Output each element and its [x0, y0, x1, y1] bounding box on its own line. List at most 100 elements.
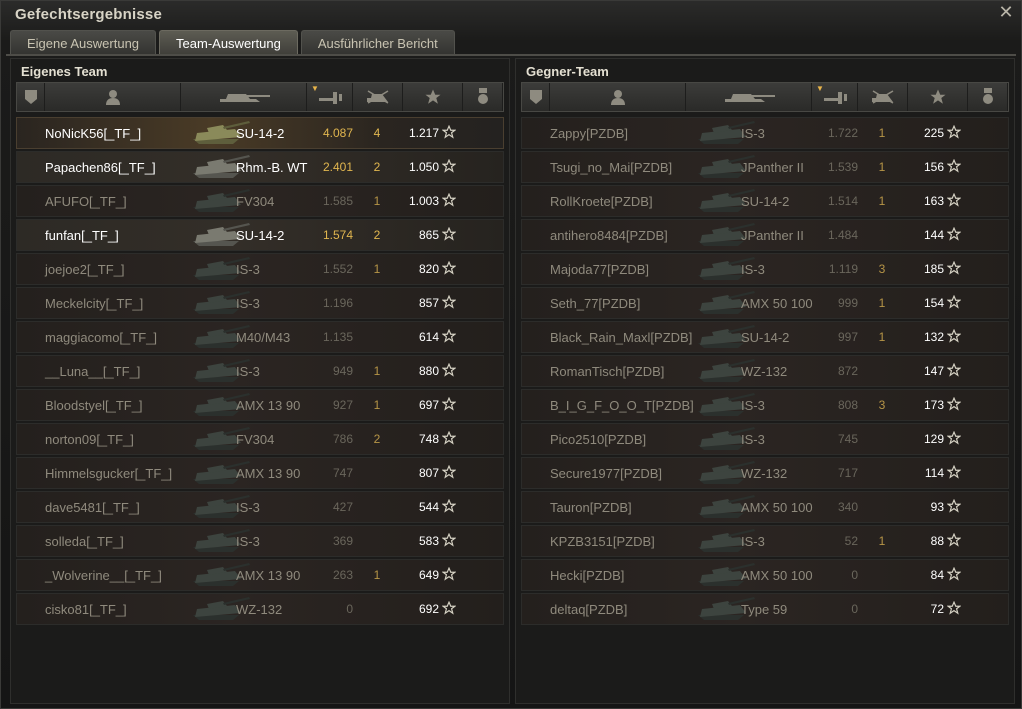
- vehicle-name: FV304: [236, 432, 275, 447]
- player-column-header[interactable]: [550, 83, 686, 111]
- player-row[interactable]: Zappy[PZDB] IS-3 1.722 1 225: [521, 117, 1009, 149]
- player-name: RollKroete[PZDB]: [550, 194, 653, 209]
- vehicle-name: AMX 50 100: [741, 296, 813, 311]
- player-row[interactable]: AFUFO[_TF_] FV304 1.585 1 1.003: [16, 185, 504, 217]
- xp-value: 72: [930, 602, 944, 616]
- platoon-column-header[interactable]: [522, 83, 550, 111]
- title-bar: Gefechtsergebnisse ✕: [1, 1, 1021, 29]
- damage-value: 52: [844, 534, 858, 548]
- xp-value: 748: [418, 432, 439, 446]
- damage-value: 999: [837, 296, 858, 310]
- player-row[interactable]: cisko81[_TF_] WZ-132 0 692: [16, 593, 504, 625]
- player-row[interactable]: KPZB3151[PZDB] IS-3 52 1 88: [521, 525, 1009, 557]
- medal-column-header[interactable]: [968, 83, 1008, 111]
- player-row[interactable]: Black_Rain_Maxl[PZDB] SU-14-2 997 1 132: [521, 321, 1009, 353]
- player-row[interactable]: Himmelsgucker[_TF_] AMX 13 90 747 807: [16, 457, 504, 489]
- player-row[interactable]: joejoe2[_TF_] IS-3 1.552 1 820: [16, 253, 504, 285]
- player-row[interactable]: Secure1977[PZDB] WZ-132 717 114: [521, 457, 1009, 489]
- tab-team-auswertung[interactable]: Team-Auswertung: [159, 30, 298, 54]
- kills-column-header[interactable]: [353, 83, 403, 111]
- damage-value: 263: [332, 568, 353, 582]
- player-name: Himmelsgucker[_TF_]: [45, 466, 173, 481]
- damage-column-header[interactable]: ▼: [307, 83, 353, 111]
- xp-value: 173: [923, 398, 944, 412]
- player-row[interactable]: dave5481[_TF_] IS-3 427 544: [16, 491, 504, 523]
- player-name: deltaq[PZDB]: [550, 602, 628, 617]
- vehicle-name: AMX 50 100: [741, 568, 813, 583]
- player-name: __Luna__[_TF_]: [45, 364, 141, 379]
- player-row[interactable]: norton09[_TF_] FV304 786 2 748: [16, 423, 504, 455]
- damage-value: 1.552: [322, 262, 353, 276]
- kills-value: 3: [878, 398, 886, 412]
- player-name: Secure1977[PZDB]: [550, 466, 663, 481]
- player-row[interactable]: B_I_G_F_O_O_T[PZDB] IS-3 808 3 173: [521, 389, 1009, 421]
- player-row[interactable]: solleda[_TF_] IS-3 369 583: [16, 525, 504, 557]
- damage-column-header[interactable]: ▼: [812, 83, 858, 111]
- xp-value: 93: [930, 500, 944, 514]
- vehicle-name: IS-3: [741, 398, 765, 413]
- player-row[interactable]: Bloodstyel[_TF_] AMX 13 90 927 1 697: [16, 389, 504, 421]
- damage-value: 1.539: [827, 160, 858, 174]
- vehicle-name: IS-3: [236, 534, 260, 549]
- player-row[interactable]: Hecki[PZDB] AMX 50 100 0 84: [521, 559, 1009, 591]
- medal-icon: [477, 88, 489, 106]
- xp-star-icon: [946, 498, 962, 513]
- vehicle-name: AMX 13 90: [236, 466, 301, 481]
- xp-value: 614: [418, 330, 439, 344]
- player-row[interactable]: Seth_77[PZDB] AMX 50 100 999 1 154: [521, 287, 1009, 319]
- xp-star-column-header[interactable]: [403, 83, 463, 111]
- damage-value: 997: [837, 330, 858, 344]
- player-column-header[interactable]: [45, 83, 181, 111]
- player-row[interactable]: NoNicK56[_TF_] SU-14-2 4.087 4 1.217: [16, 117, 504, 149]
- vehicle-column-header[interactable]: [686, 83, 812, 111]
- xp-value: 544: [418, 500, 439, 514]
- kills-icon: [869, 89, 897, 105]
- player-name: RomanTisch[PZDB]: [550, 364, 665, 379]
- kills-value: 1: [878, 126, 886, 140]
- player-row[interactable]: funfan[_TF_] SU-14-2 1.574 2 865: [16, 219, 504, 251]
- medal-column-header[interactable]: [463, 83, 503, 111]
- player-name: cisko81[_TF_]: [45, 602, 127, 617]
- xp-star-icon: [441, 396, 457, 411]
- kills-value: 1: [373, 398, 381, 412]
- player-row[interactable]: antihero8484[PZDB] JPanther II 1.484 144: [521, 219, 1009, 251]
- player-row[interactable]: Tauron[PZDB] AMX 50 100 340 93: [521, 491, 1009, 523]
- player-row[interactable]: RomanTisch[PZDB] WZ-132 872 147: [521, 355, 1009, 387]
- xp-star-icon: [946, 464, 962, 479]
- tab-ausfuehrlicher-bericht[interactable]: Ausführlicher Bericht: [300, 30, 455, 54]
- player-icon: [610, 89, 625, 105]
- xp-star-icon: [441, 600, 457, 615]
- player-name: maggiacomo[_TF_]: [45, 330, 157, 345]
- xp-star-column-header[interactable]: [908, 83, 968, 111]
- damage-value: 1.574: [322, 228, 353, 242]
- player-row[interactable]: Papachen86[_TF_] Rhm.-B. WT 2.401 2 1.050: [16, 151, 504, 183]
- damage-value: 4.087: [322, 126, 353, 140]
- player-row[interactable]: Meckelcity[_TF_] IS-3 1.196 857: [16, 287, 504, 319]
- player-row[interactable]: RollKroete[PZDB] SU-14-2 1.514 1 163: [521, 185, 1009, 217]
- vehicle-name: IS-3: [741, 126, 765, 141]
- xp-star-icon: [946, 566, 962, 581]
- xp-value: 114: [924, 466, 944, 480]
- enemy-team-panel: Gegner-Team ▼ Zappy[PZDB] IS-3 1.722 1 225 Ts…: [515, 58, 1015, 704]
- player-name: dave5481[_TF_]: [45, 500, 140, 515]
- vehicle-name: AMX 13 90: [236, 398, 301, 413]
- sort-arrow-icon: ▼: [311, 84, 319, 93]
- player-name: funfan[_TF_]: [45, 228, 119, 243]
- player-row[interactable]: maggiacomo[_TF_] M40/M43 1.135 614: [16, 321, 504, 353]
- player-row[interactable]: _Wolverine__[_TF_] AMX 13 90 263 1 649: [16, 559, 504, 591]
- player-row[interactable]: Tsugi_no_Mai[PZDB] JPanther II 1.539 1 156: [521, 151, 1009, 183]
- damage-value: 808: [837, 398, 858, 412]
- vehicle-column-header[interactable]: [181, 83, 307, 111]
- player-row[interactable]: __Luna__[_TF_] IS-3 949 1 880: [16, 355, 504, 387]
- platoon-column-header[interactable]: [17, 83, 45, 111]
- vehicle-name: IS-3: [236, 500, 260, 515]
- player-row[interactable]: Majoda77[PZDB] IS-3 1.119 3 185: [521, 253, 1009, 285]
- tab-eigene-auswertung[interactable]: Eigene Auswertung: [10, 30, 157, 54]
- vehicle-name: AMX 50 100: [741, 500, 813, 515]
- player-row[interactable]: Pico2510[PZDB] IS-3 745 129: [521, 423, 1009, 455]
- damage-value: 1.722: [827, 126, 858, 140]
- kills-value: 1: [878, 194, 886, 208]
- close-icon[interactable]: ✕: [997, 3, 1015, 21]
- player-row[interactable]: deltaq[PZDB] Type 59 0 72: [521, 593, 1009, 625]
- kills-column-header[interactable]: [858, 83, 908, 111]
